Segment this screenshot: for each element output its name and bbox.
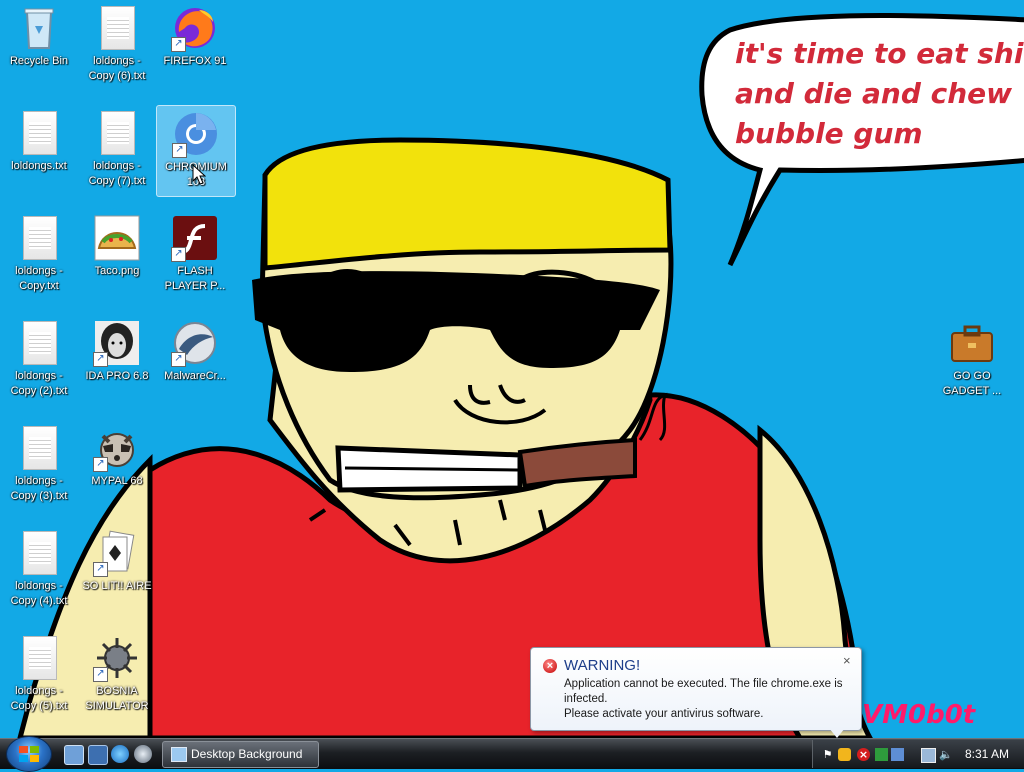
mypal-raccoon-icon: ↗ — [93, 424, 141, 472]
loldongs-copy-label: loldongs - Copy.txt — [15, 265, 63, 292]
shortcut-arrow-icon: ↗ — [93, 457, 108, 472]
mypal-item[interactable]: ↗ MYPAL 68 — [78, 420, 156, 510]
speech-bubble-text: it's time to eat shit and die and chew b… — [735, 34, 1024, 154]
loldongs-copy-2-label: loldongs - Copy (2).txt — [10, 370, 68, 397]
loldongs-copy-5-label: loldongs - Copy (5).txt — [10, 685, 68, 712]
solitaire-cards-icon: ↗ — [93, 529, 141, 577]
taco-image-icon — [93, 214, 141, 262]
notification-line-1: Application cannot be executed. The file… — [564, 678, 843, 705]
go-go-gadget-label: GO GO GADGET ... — [942, 370, 1002, 397]
security-error-icon[interactable]: × — [857, 748, 870, 761]
firefox-91-item[interactable]: ↗ FIREFOX 91 — [156, 0, 234, 90]
show-desktop-icon[interactable] — [64, 745, 84, 765]
loldongs-copy-3-item[interactable]: loldongs - Copy (3).txt — [0, 420, 78, 510]
loldongs-copy-7-item[interactable]: loldongs - Copy (7).txt — [78, 105, 156, 195]
notification-line-2: Please activate your antivirus software. — [564, 708, 764, 720]
flash-player-item[interactable]: ↗ FLASH PLAYER P... — [156, 210, 234, 300]
text-file-icon — [15, 214, 63, 262]
spiked-mine-icon: ↗ — [93, 634, 141, 682]
loldongs-copy-4-label: loldongs - Copy (4).txt — [10, 580, 68, 607]
shortcut-arrow-icon: ↗ — [171, 352, 186, 367]
loldongs-copy-3-label: loldongs - Copy (3).txt — [10, 475, 68, 502]
shortcut-arrow-icon: ↗ — [93, 562, 108, 577]
malwarecrusher-icon: ↗ — [171, 319, 219, 367]
gadget-tray-icon[interactable] — [891, 748, 904, 761]
desktop[interactable]: it's time to eat shit and die and chew b… — [0, 0, 1024, 738]
clock[interactable]: 8:31 AM — [965, 740, 1009, 768]
go-go-gadget-item[interactable]: GO GO GADGET ... — [933, 315, 1011, 405]
ida-pro-item[interactable]: ↗ IDA PRO 6.8 — [78, 315, 156, 405]
window-icon — [171, 747, 187, 762]
notification-tail — [829, 728, 845, 738]
text-file-icon — [15, 529, 63, 577]
recycle-bin-icon — [15, 4, 63, 52]
system-tray: ⚑ × 🔈 8:31 AM — [812, 740, 1024, 768]
close-notification-button[interactable]: × — [843, 653, 851, 668]
loldongs-copy-6-item[interactable]: loldongs - Copy (6).txt — [78, 0, 156, 90]
mypal-label: MYPAL 68 — [91, 475, 143, 487]
loldongs-copy-4-item[interactable]: loldongs - Copy (4).txt — [0, 525, 78, 615]
shortcut-arrow-icon: ↗ — [171, 37, 186, 52]
media-player-icon[interactable] — [134, 745, 152, 763]
speech-line-1: it's time to eat shit — [735, 37, 1024, 70]
notification-title: WARNING! — [564, 657, 641, 674]
chromium-icon: ↗ — [172, 110, 220, 158]
speech-line-3: bubble gum — [735, 117, 923, 150]
loldongs-copy-2-item[interactable]: loldongs - Copy (2).txt — [0, 315, 78, 405]
flash-player-label: FLASH PLAYER P... — [164, 265, 226, 292]
loldongs-copy-item[interactable]: loldongs - Copy.txt — [0, 210, 78, 300]
text-file-icon — [93, 4, 141, 52]
shortcut-arrow-icon: ↗ — [171, 247, 186, 262]
windows-logo-icon — [19, 746, 39, 762]
error-icon: × — [543, 659, 557, 673]
warning-notification[interactable]: × WARNING! × Application cannot be execu… — [530, 647, 862, 731]
shield-warning-icon[interactable] — [838, 748, 851, 761]
text-file-icon — [93, 109, 141, 157]
bosnia-simulator-item[interactable]: ↗ BOSNIA SIMULATOR — [78, 630, 156, 720]
network-icon[interactable] — [921, 748, 936, 763]
firefox-91-label: FIREFOX 91 — [163, 55, 227, 67]
taskbar-button-desktop-background[interactable]: Desktop Background — [162, 741, 319, 768]
mouse-cursor-icon — [192, 164, 206, 185]
internet-explorer-icon[interactable] — [111, 745, 129, 763]
bosnia-simulator-label: BOSNIA SIMULATOR — [85, 685, 149, 712]
start-button[interactable] — [6, 736, 52, 772]
ida-pro-label: IDA PRO 6.8 — [85, 370, 149, 382]
text-file-icon — [15, 319, 63, 367]
text-file-icon — [15, 634, 63, 682]
hair — [262, 137, 673, 271]
volume-muted-icon[interactable]: 🔈 — [939, 748, 953, 761]
firefox-icon: ↗ — [171, 4, 219, 52]
briefcase-icon — [948, 319, 996, 367]
solitaire-label: SO LIT!! AIRE — [82, 580, 152, 592]
switch-windows-icon[interactable] — [88, 745, 108, 765]
loldongs-copy-6-label: loldongs - Copy (6).txt — [88, 55, 146, 82]
text-file-icon — [15, 424, 63, 472]
taco-label: Taco.png — [94, 265, 140, 277]
shortcut-arrow-icon: ↗ — [172, 143, 187, 158]
signature: VM0b0t — [862, 700, 976, 730]
loldongs-copy-7-label: loldongs - Copy (7).txt — [88, 160, 146, 187]
loldongs-item[interactable]: loldongs.txt — [0, 105, 78, 195]
loldongs-label: loldongs.txt — [11, 160, 67, 172]
malwarecrusher-label: MalwareCr... — [164, 370, 226, 382]
notification-body: Application cannot be executed. The file… — [564, 677, 856, 722]
flag-alert-icon[interactable]: ⚑ — [821, 748, 834, 761]
ida-pro-icon: ↗ — [93, 319, 141, 367]
loldongs-copy-5-item[interactable]: loldongs - Copy (5).txt — [0, 630, 78, 720]
flash-player-icon: ↗ — [171, 214, 219, 262]
speech-line-2: and die and chew — [735, 77, 1013, 110]
taco-item[interactable]: Taco.png — [78, 210, 156, 300]
recycle-bin-label: Recycle Bin — [9, 55, 69, 67]
text-file-icon — [15, 109, 63, 157]
solitaire-item[interactable]: ↗ SO LIT!! AIRE — [78, 525, 156, 615]
taskbar-button-label: Desktop Background — [191, 747, 303, 761]
recycle-bin-icon-item[interactable]: Recycle Bin — [0, 0, 78, 90]
shortcut-arrow-icon: ↗ — [93, 667, 108, 682]
taskbar: Desktop Background ⚑ × 🔈 8:31 AM — [0, 736, 1024, 772]
malwarecrusher-item[interactable]: ↗ MalwareCr... — [156, 315, 234, 405]
sidebar-icon[interactable] — [875, 748, 888, 761]
shortcut-arrow-icon: ↗ — [93, 352, 108, 367]
